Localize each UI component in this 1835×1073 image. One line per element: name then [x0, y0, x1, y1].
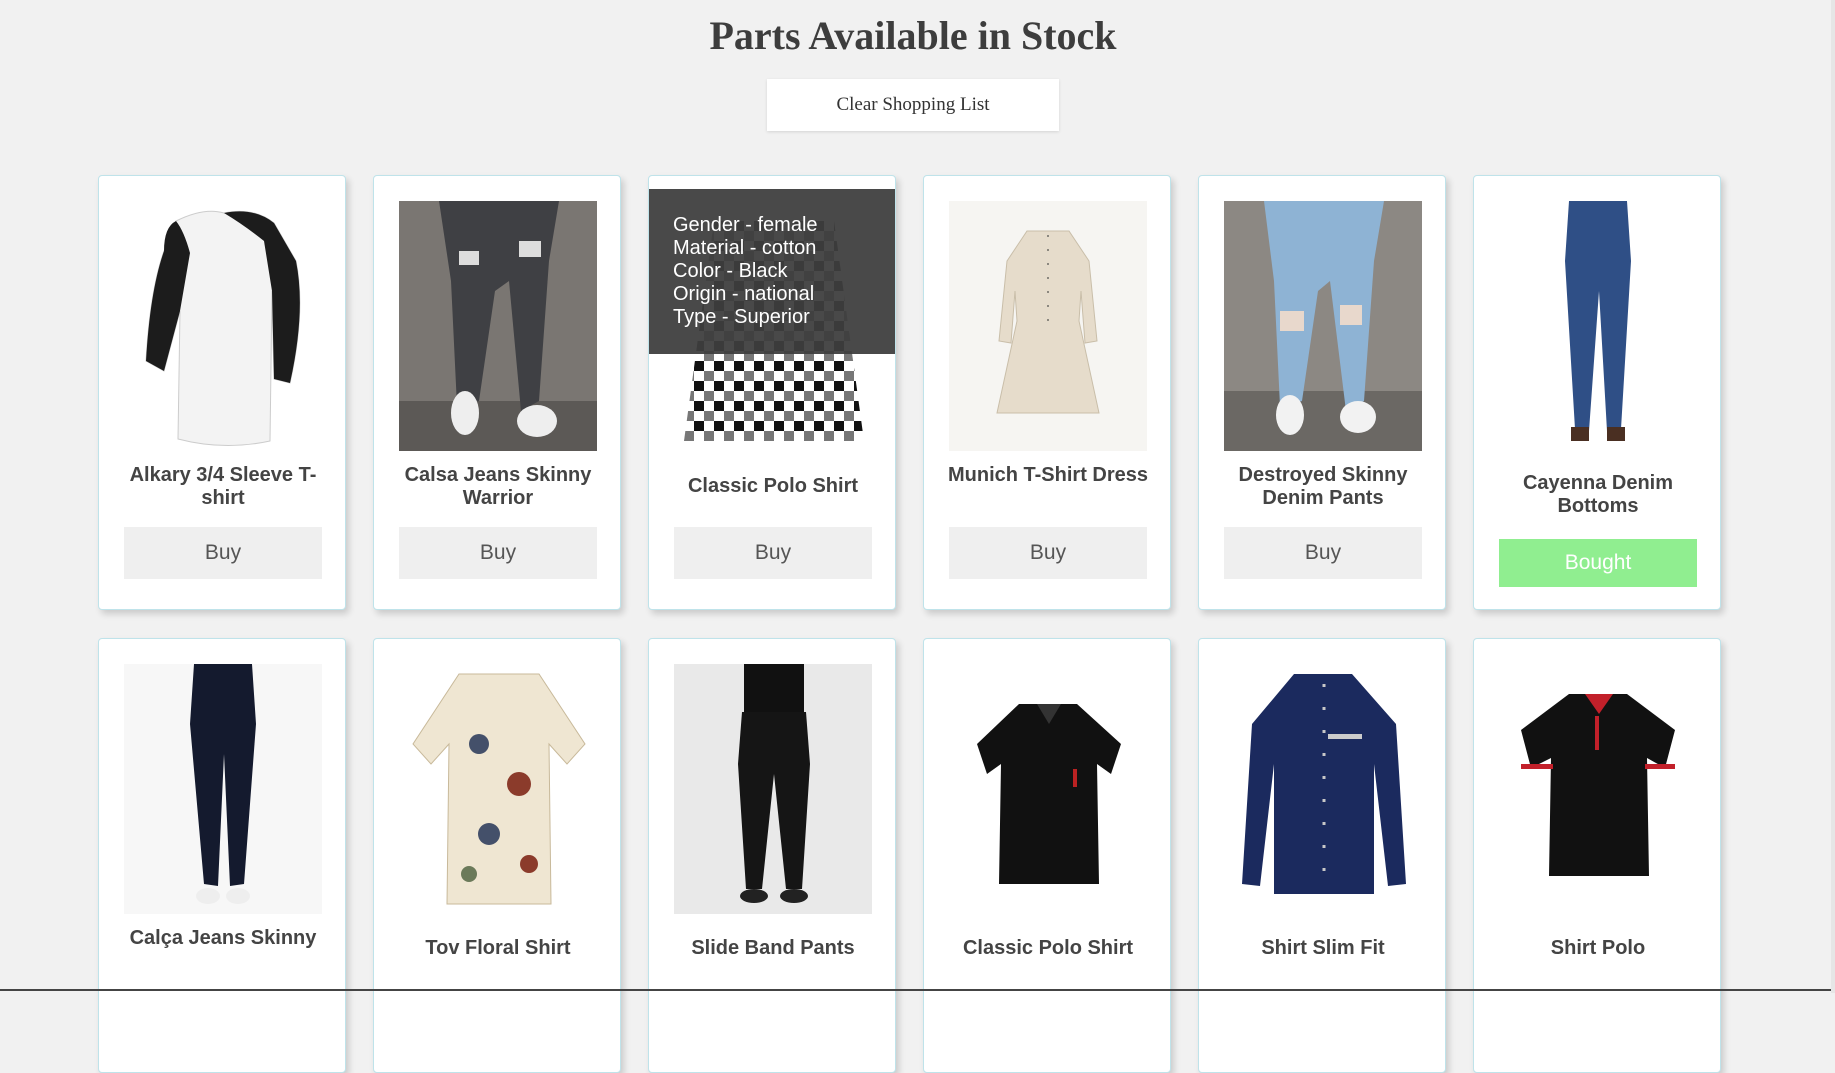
floral-shirt-image: [399, 664, 597, 914]
product-name: Slide Band Pants: [691, 937, 855, 959]
band-pants-image: [674, 664, 872, 914]
skinny-jeans-model-image: [124, 664, 322, 914]
product-name: Calsa Jeans Skinny Warrior: [404, 464, 592, 509]
detail-type: Type - Superior: [673, 306, 810, 328]
denim-bottoms-image: [1499, 201, 1697, 451]
destroyed-jeans-image: [1224, 201, 1422, 451]
product-card: Slide Band Pants: [648, 638, 896, 1073]
detail-origin: Origin - national: [673, 283, 815, 305]
product-card: Calsa Jeans Skinny Warrior Buy: [373, 175, 621, 610]
detail-gender: Gender - female: [673, 214, 818, 236]
page-title: Parts Available in Stock: [709, 13, 1117, 58]
detail-color: Color - Black: [673, 260, 788, 282]
product-name: Classic Polo Shirt: [962, 937, 1134, 959]
product-card: Tov Floral Shirt: [373, 638, 621, 1073]
product-name: Shirt Slim Fit: [1261, 937, 1385, 959]
bought-button[interactable]: Bought: [1499, 539, 1697, 587]
page-bottom-divider: [0, 989, 1835, 991]
buy-button[interactable]: Buy: [949, 527, 1147, 579]
vertical-scrollbar[interactable]: [1831, 0, 1835, 993]
shirt-polo-image: [1499, 664, 1697, 914]
product-name: Destroyed Skinny Denim Pants: [1238, 464, 1408, 509]
product-name: Calça Jeans Skinny: [129, 927, 317, 949]
product-card: Classic Polo Shirt: [923, 638, 1171, 1073]
product-card: Destroyed Skinny Denim Pants Buy: [1198, 175, 1446, 610]
slim-fit-shirt-image: [1224, 664, 1422, 914]
clear-shopping-list-button[interactable]: Clear Shopping List: [767, 79, 1059, 131]
product-details-tooltip: Gender - female Material - cotton Color …: [649, 189, 895, 354]
raglan-tshirt-image: [124, 201, 322, 451]
buy-button[interactable]: Buy: [674, 527, 872, 579]
buy-button[interactable]: Buy: [399, 527, 597, 579]
product-name: Alkary 3/4 Sleeve T-shirt: [129, 464, 317, 509]
detail-material: Material - cotton: [673, 237, 817, 259]
product-card: Munich T-Shirt Dress Buy: [923, 175, 1171, 610]
product-card: Shirt Slim Fit: [1198, 638, 1446, 1073]
product-name: Tov Floral Shirt: [425, 937, 571, 959]
product-card: Calça Jeans Skinny: [98, 638, 346, 1073]
product-name: Cayenna Denim Bottoms: [1522, 472, 1674, 517]
product-name: Munich T-Shirt Dress: [947, 464, 1149, 486]
product-card: Gender - female Material - cotton Color …: [648, 175, 896, 610]
buy-button[interactable]: Buy: [124, 527, 322, 579]
product-card: Shirt Polo: [1473, 638, 1721, 1073]
polo-shirt-image: [949, 664, 1147, 914]
product-card: Cayenna Denim Bottoms Bought: [1473, 175, 1721, 610]
skinny-jeans-image: [399, 201, 597, 451]
product-card: Alkary 3/4 Sleeve T-shirt Buy: [98, 175, 346, 610]
product-name: Shirt Polo: [1550, 937, 1646, 959]
buy-button[interactable]: Buy: [1224, 527, 1422, 579]
shirt-dress-image: [949, 201, 1147, 451]
product-name: Classic Polo Shirt: [687, 475, 859, 497]
